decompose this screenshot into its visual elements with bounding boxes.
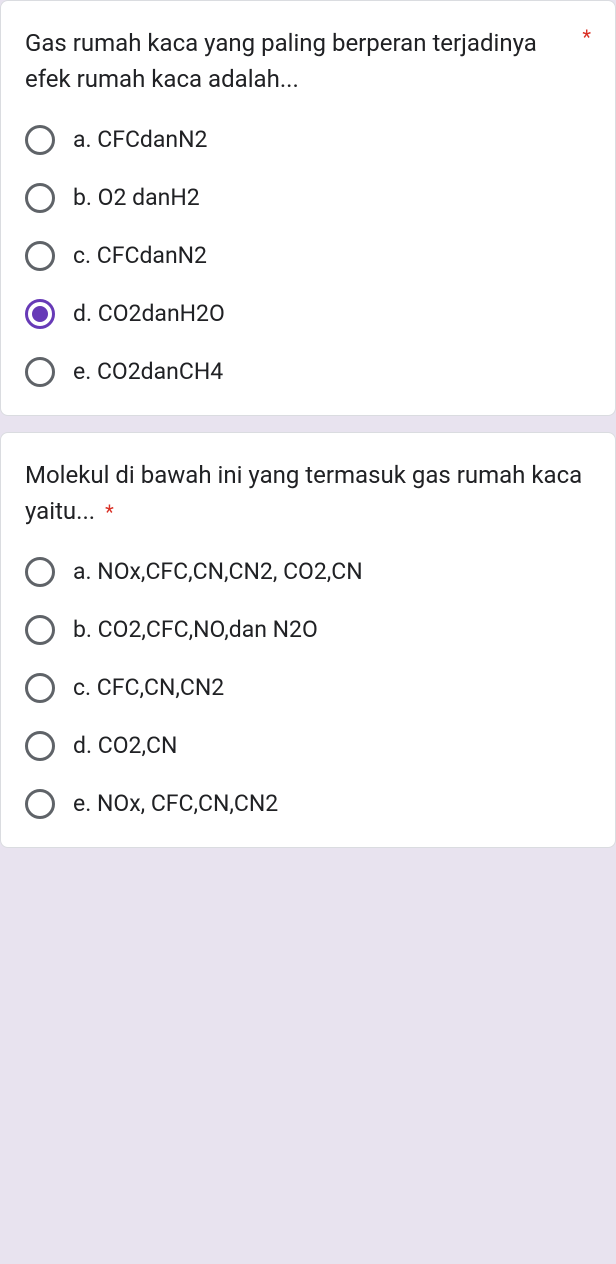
option-label: e. NOx, CFC,CN,CN2 [73,789,278,819]
required-asterisk: * [105,500,114,524]
radio-icon[interactable] [25,789,55,819]
question-header: Gas rumah kaca yang paling berperan terj… [25,25,591,97]
radio-icon[interactable] [25,183,55,213]
option-row[interactable]: d. CO2danH2O [25,299,591,329]
option-label: a. NOx,CFC,CN,CN2, CO2,CN [73,557,363,587]
option-row[interactable]: a. CFCdanN2 [25,125,591,155]
required-asterisk: * [582,25,591,49]
radio-icon[interactable] [25,125,55,155]
radio-icon-selected[interactable] [25,299,55,329]
option-label: c. CFC,CN,CN2 [73,673,224,703]
option-row[interactable]: b. O2 danH2 [25,183,591,213]
option-label: b. CO2,CFC,NO,dan N2O [73,615,318,645]
option-label: d. CO2danH2O [73,299,225,329]
options-list: a. CFCdanN2 b. O2 danH2 c. CFCdanN2 d. C… [25,125,591,387]
option-label: a. CFCdanN2 [73,125,207,155]
option-label: d. CO2,CN [73,731,177,761]
option-label: e. CO2danCH4 [73,357,223,387]
radio-icon[interactable] [25,673,55,703]
option-row[interactable]: c. CFC,CN,CN2 [25,673,591,703]
radio-icon[interactable] [25,557,55,587]
option-row[interactable]: e. CO2danCH4 [25,357,591,387]
radio-icon[interactable] [25,731,55,761]
option-row[interactable]: c. CFCdanN2 [25,241,591,271]
question-header: Molekul di bawah ini yang termasuk gas r… [25,457,591,529]
radio-icon[interactable] [25,241,55,271]
option-row[interactable]: a. NOx,CFC,CN,CN2, CO2,CN [25,557,591,587]
radio-icon[interactable] [25,615,55,645]
question-card-2: Molekul di bawah ini yang termasuk gas r… [0,432,616,848]
option-row[interactable]: d. CO2,CN [25,731,591,761]
radio-icon[interactable] [25,357,55,387]
question-text: Gas rumah kaca yang paling berperan terj… [25,25,574,97]
option-label: c. CFCdanN2 [73,241,207,271]
question-card-1: Gas rumah kaca yang paling berperan terj… [0,0,616,416]
option-row[interactable]: b. CO2,CFC,NO,dan N2O [25,615,591,645]
question-text: Molekul di bawah ini yang termasuk gas r… [25,457,591,529]
options-list: a. NOx,CFC,CN,CN2, CO2,CN b. CO2,CFC,NO,… [25,557,591,819]
option-row[interactable]: e. NOx, CFC,CN,CN2 [25,789,591,819]
option-label: b. O2 danH2 [73,183,200,213]
